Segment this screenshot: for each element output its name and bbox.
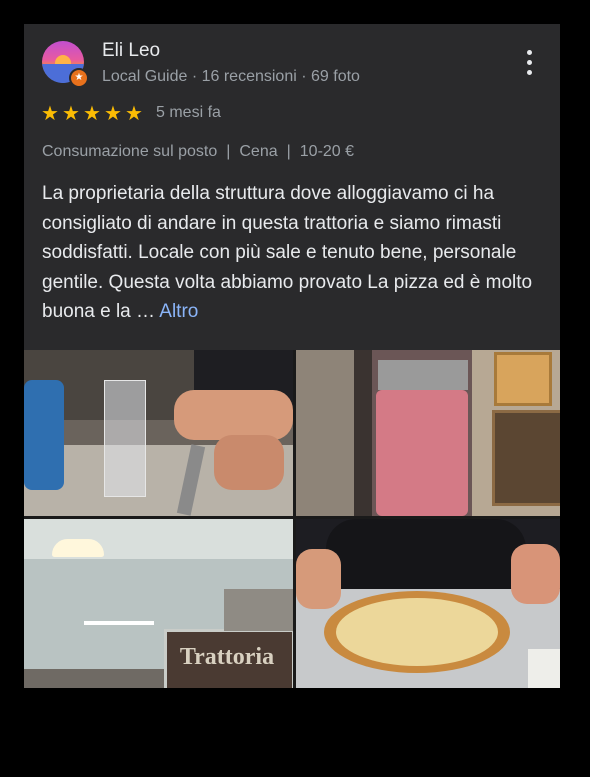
more-options-icon[interactable] xyxy=(518,48,542,78)
more-link[interactable]: Altro xyxy=(159,301,198,322)
attribute-meal: Cena xyxy=(239,143,278,160)
attribute-price: 10-20 € xyxy=(299,143,355,160)
attribute-separator: | xyxy=(226,143,231,160)
star-icon: ★ xyxy=(104,101,122,125)
attribute-separator: | xyxy=(286,143,291,160)
star-icon: ★ xyxy=(41,101,59,125)
trattoria-sign-text: Trattoria xyxy=(179,644,275,670)
attribute-service: Consumazione sul posto xyxy=(42,143,218,160)
more-options-dot xyxy=(527,60,532,65)
star-icon: ★ xyxy=(125,101,143,125)
review-time: 5 mesi fa xyxy=(156,104,221,121)
star-rating: ★ ★ ★ ★ ★ xyxy=(41,102,146,124)
avatar-sun-shape xyxy=(55,55,71,64)
author-meta: Local Guide · 16 recensioni · 69 foto xyxy=(102,68,360,85)
author-avatar[interactable]: ★ xyxy=(42,41,89,88)
star-icon: ★ xyxy=(83,101,101,125)
photo-grid: Trattoria xyxy=(24,350,560,688)
review-text: La proprietaria della struttura dove all… xyxy=(42,179,547,327)
more-options-dot xyxy=(527,50,532,55)
photo-table-glass[interactable] xyxy=(24,350,293,516)
photo-pizza[interactable] xyxy=(296,519,560,688)
review-card: ★ Eli Leo Local Guide · 16 recensioni · … xyxy=(24,24,560,688)
local-guide-badge-icon: ★ xyxy=(69,68,89,88)
star-icon: ★ xyxy=(62,101,80,125)
more-options-dot xyxy=(527,70,532,75)
photo-kitchen-meat[interactable] xyxy=(296,350,560,516)
review-body: La proprietaria della struttura dove all… xyxy=(42,183,533,322)
review-attributes: Consumazione sul posto | Cena | 10-20 € xyxy=(42,143,354,161)
photo-trattoria-sign[interactable]: Trattoria xyxy=(24,519,293,688)
author-name[interactable]: Eli Leo xyxy=(102,40,160,62)
